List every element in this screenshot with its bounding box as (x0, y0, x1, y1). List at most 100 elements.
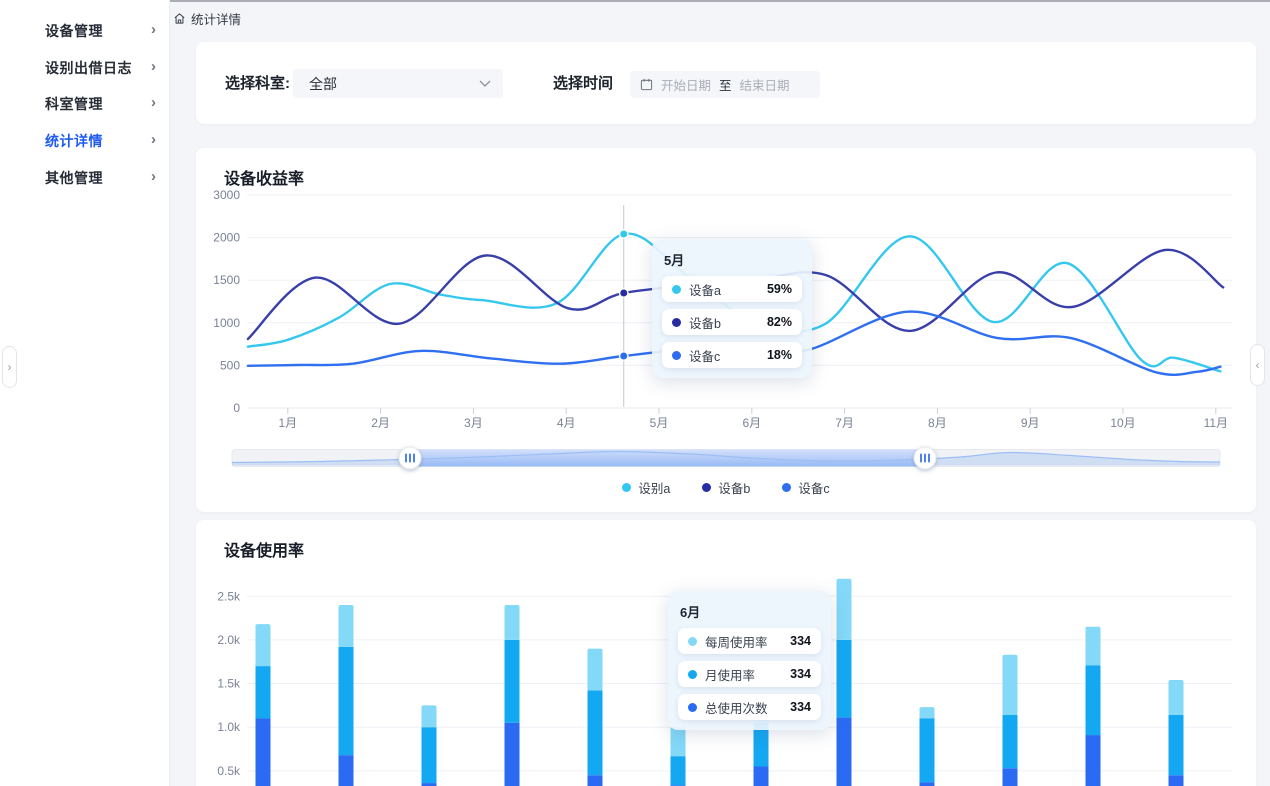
y-axis-label: 2.0k (217, 633, 241, 647)
sidebar-expand-button[interactable]: › (2, 346, 17, 388)
chevron-right-icon: › (151, 58, 156, 75)
y-axis-label: 0 (233, 401, 240, 415)
tooltip-series-label: 设备c (689, 346, 767, 365)
handle-grip-icon (413, 454, 415, 463)
handle-grip-icon (924, 454, 926, 463)
panel-collapse-button[interactable]: ‹ (1250, 344, 1265, 386)
sidebar-item-2[interactable]: 设别出借日志 › (0, 50, 169, 87)
legend-label: 设备c (798, 478, 829, 497)
x-axis-label: 3月 (464, 416, 483, 430)
legend-label: 设别a (638, 478, 670, 497)
sidebar-item-label: 设别出借日志 (45, 58, 132, 78)
tooltip-series-value: 334 (790, 667, 811, 681)
datazoom-selected-range[interactable] (410, 450, 925, 467)
bar-segment (339, 755, 354, 786)
bar-segment (1169, 680, 1184, 715)
legend-dot-icon (782, 483, 791, 492)
bar-segment (920, 718, 935, 782)
legend-item-3[interactable]: 设备c (782, 478, 829, 497)
sidebar-item-3[interactable]: 科室管理› (0, 86, 169, 123)
department-filter-label: 选择科室: (225, 72, 290, 93)
x-axis-label: 1月 (278, 416, 297, 430)
legend-item-1[interactable]: 设别a (622, 478, 670, 497)
legend-item-2[interactable]: 设备b (702, 478, 750, 497)
y-axis-label: 500 (220, 358, 240, 372)
sidebar: 设备管理 › 设别出借日志 › 科室管理›统计详情› 其他管理 › (0, 0, 170, 786)
department-select-value: 全部 (309, 74, 479, 94)
legend-dot-icon (702, 483, 711, 492)
chevron-right-icon: › (151, 131, 156, 148)
usage-chart-tooltip-row: 月使用率334 (678, 661, 821, 687)
x-axis-label: 9月 (1021, 416, 1040, 430)
handle-grip-icon (928, 454, 930, 463)
bar-segment (1086, 735, 1101, 786)
bar-segment (339, 605, 354, 647)
chevron-down-icon (479, 80, 491, 87)
tooltip-series-label: 月使用率 (705, 665, 790, 684)
breadcrumb[interactable]: 统计详情 (173, 9, 241, 28)
bar-segment (837, 640, 852, 718)
hover-point-marker (620, 289, 628, 297)
time-filter-label: 选择时间 (553, 72, 613, 93)
home-icon (173, 12, 186, 25)
tooltip-series-value: 59% (767, 282, 792, 296)
series-dot-icon (688, 637, 697, 646)
series-dot-icon (672, 351, 681, 360)
sidebar-item-4[interactable]: 统计详情› (0, 123, 169, 160)
usage-chart-tooltip-row: 总使用次数334 (678, 694, 821, 720)
datazoom-left-handle[interactable] (399, 447, 421, 469)
bar-segment (671, 756, 686, 785)
legend-label: 设备b (718, 478, 750, 497)
tooltip-series-label: 总使用次数 (705, 698, 790, 717)
datazoom-right-handle[interactable] (914, 447, 936, 469)
bar-segment (505, 605, 520, 640)
bar-segment (920, 782, 935, 786)
bar-segment (256, 666, 271, 718)
y-axis-label: 1000 (213, 316, 240, 330)
bar-segment (588, 649, 603, 691)
chevron-right-icon: › (8, 360, 12, 374)
handle-grip-icon (405, 454, 407, 463)
sidebar-item-5[interactable]: 其他管理 › (0, 159, 169, 196)
breadcrumb-label: 统计详情 (191, 9, 241, 28)
bar-segment (339, 647, 354, 755)
bar-segment (754, 766, 769, 786)
handle-grip-icon (920, 454, 922, 463)
bar-segment (671, 727, 686, 756)
bar-segment (422, 727, 437, 783)
revenue-chart-tooltip-row: 设备a59% (662, 276, 802, 302)
usage-chart-tooltip-title: 6月 (680, 602, 821, 621)
sidebar-item-label: 设备管理 (45, 21, 103, 41)
x-axis-label: 8月 (928, 416, 947, 430)
end-date-input[interactable]: 结束日期 (740, 75, 790, 94)
bar-segment (1003, 655, 1018, 715)
bar-segment (588, 775, 603, 786)
chevron-left-icon: ‹ (1256, 358, 1260, 372)
sidebar-item-label: 其他管理 (45, 168, 103, 188)
revenue-chart-tooltip-row: 设备c18% (662, 342, 802, 368)
window-top-edge (170, 0, 1270, 2)
bar-segment (1169, 715, 1184, 775)
date-range-picker[interactable]: 开始日期 至 结束日期 (630, 71, 820, 98)
sidebar-item-1[interactable]: 设备管理 › (0, 13, 169, 50)
revenue-chart-tooltip: 5月设备a59%设备b82%设备c18% (652, 239, 812, 378)
y-axis-label: 2.5k (217, 589, 241, 603)
bar-segment (422, 705, 437, 727)
bar-segment (505, 640, 520, 723)
y-axis-label: 1.0k (217, 720, 241, 734)
tooltip-series-value: 334 (790, 700, 811, 714)
tooltip-series-label: 设备a (689, 280, 767, 299)
filter-card: 选择科室: 全部 选择时间 开始日期 至 结束日期 (196, 42, 1256, 124)
start-date-input[interactable]: 开始日期 (661, 75, 711, 94)
bar-segment (920, 707, 935, 718)
x-axis-label: 11月 (1204, 416, 1228, 430)
hover-point-marker (620, 352, 628, 360)
x-axis-label: 2月 (371, 416, 390, 430)
revenue-chart-legend: 设别a 设备b 设备c (196, 478, 1256, 497)
bar-segment (1003, 768, 1018, 786)
department-select[interactable]: 全部 (293, 69, 503, 98)
series-dot-icon (688, 670, 697, 679)
chevron-right-icon: › (151, 21, 156, 38)
chevron-right-icon: › (151, 168, 156, 185)
handle-grip-icon (409, 454, 411, 463)
